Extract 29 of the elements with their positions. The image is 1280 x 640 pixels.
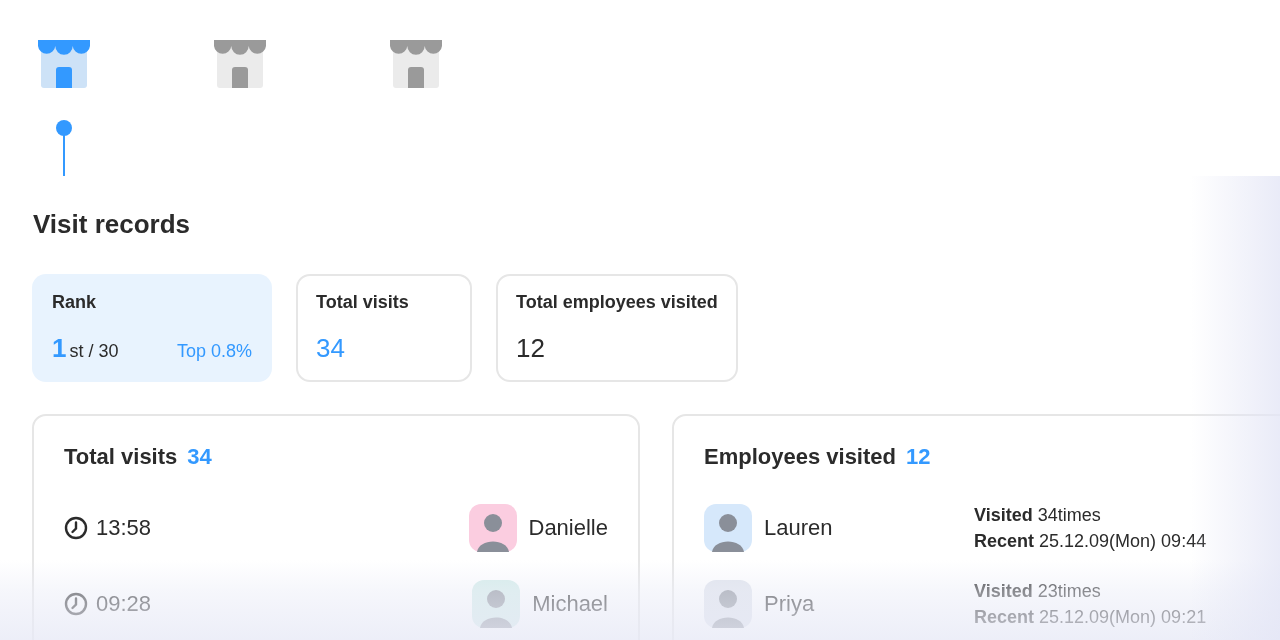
recent-visit: Recent 25.12.09(Mon) 09:44 <box>974 530 1207 553</box>
visit-time: 13:58 <box>96 515 152 541</box>
recent-visit: Recent 25.12.09(Mon) 09:21 <box>974 606 1207 629</box>
panel-count: 34 <box>187 444 212 470</box>
stat-label: Rank <box>52 292 97 313</box>
section-title: Visit records <box>33 208 192 240</box>
store-icon[interactable] <box>214 40 266 88</box>
selection-indicator <box>56 120 72 176</box>
visit-time: 09:28 <box>96 591 152 617</box>
top-percent: Top 0.8% <box>176 341 252 362</box>
stat-value: 12 <box>516 333 546 364</box>
store-icon[interactable] <box>38 40 90 88</box>
rank-total: st / 30 <box>69 341 119 362</box>
employee-name: Priya <box>764 591 816 617</box>
employee-name: Lauren <box>764 515 834 541</box>
rank-number: 1 <box>52 333 67 364</box>
panel-count: 12 <box>906 444 931 470</box>
clock-icon <box>64 516 88 540</box>
employee-name: Danielle <box>528 515 608 541</box>
employee-name: Michael <box>532 591 608 617</box>
stat-label: Total employees visited <box>516 292 718 313</box>
stat-value: 34 <box>316 333 346 364</box>
visit-count: Visited 23times <box>974 580 1102 603</box>
stat-label: Total visits <box>316 292 410 313</box>
visit-count: Visited 34times <box>974 504 1102 527</box>
panel-title: Employees visited <box>704 444 896 470</box>
panel-title: Total visits <box>64 444 178 470</box>
clock-icon <box>64 592 88 616</box>
store-icon[interactable] <box>390 40 442 88</box>
